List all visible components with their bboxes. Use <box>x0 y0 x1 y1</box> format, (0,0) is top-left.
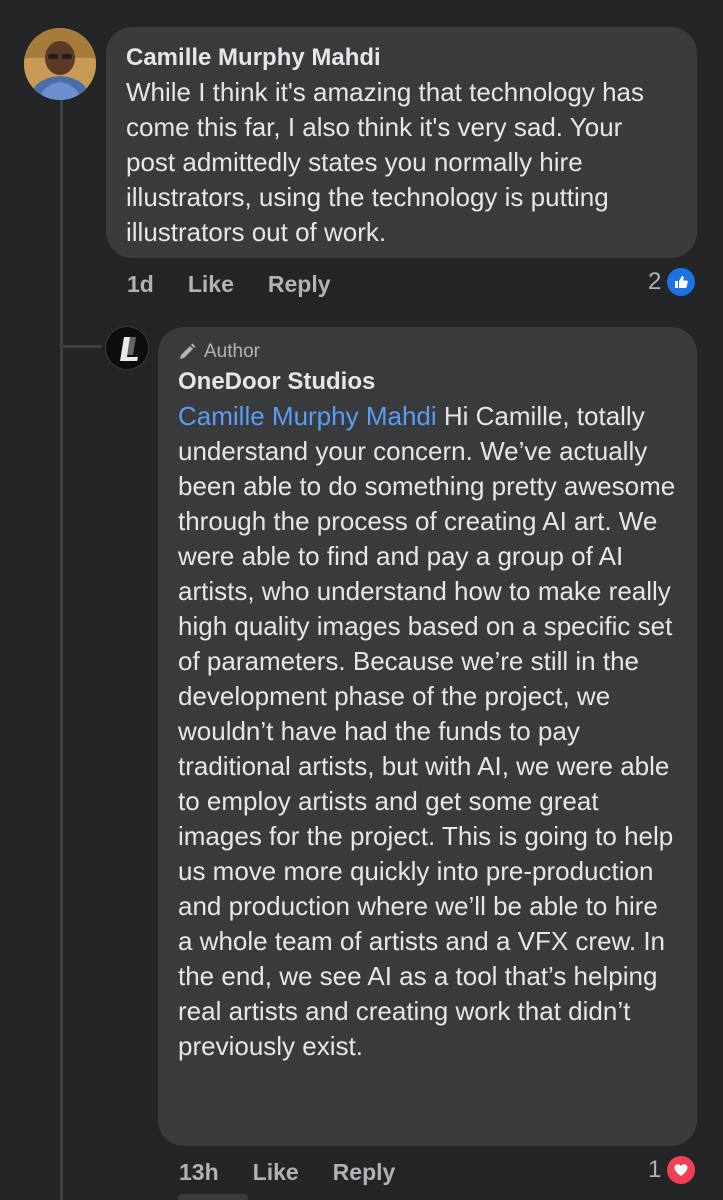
like-button[interactable]: Like <box>253 1159 299 1186</box>
mention-link[interactable]: Camille Murphy Mahdi <box>178 401 437 431</box>
comment-bubble: Camille Murphy Mahdi While I think it's … <box>106 27 697 258</box>
author-badge: Author <box>178 339 679 365</box>
reaction-count: 2 <box>648 268 662 295</box>
love-icon <box>665 1154 698 1186</box>
avatar[interactable] <box>105 326 149 370</box>
comment-actions: 1d Like Reply <box>127 270 331 298</box>
like-button[interactable]: Like <box>188 271 234 298</box>
reply-button[interactable]: Reply <box>268 271 331 298</box>
pencil-icon <box>180 343 196 359</box>
reply-author-name[interactable]: OneDoor Studios <box>178 365 679 399</box>
comment-text: While I think it's amazing that technolo… <box>126 77 645 247</box>
reply-reactions[interactable]: 1 <box>648 1154 698 1186</box>
reply-body: Hi Camille, totally understand your conc… <box>178 401 676 1061</box>
reply-bubble: Author OneDoor Studios Camille Murphy Ma… <box>158 327 697 1146</box>
comment-author-name[interactable]: Camille Murphy Mahdi <box>126 41 675 75</box>
comment-reactions[interactable]: 2 <box>648 266 698 298</box>
reply-button[interactable]: Reply <box>333 1159 396 1186</box>
studio-logo-icon <box>107 328 148 369</box>
author-badge-label: Author <box>204 341 260 362</box>
reply-timestamp[interactable]: 13h <box>179 1159 219 1186</box>
reaction-count: 1 <box>648 1156 662 1183</box>
reply-actions: 13h Like Reply <box>179 1158 395 1186</box>
avatar-photo <box>24 28 96 100</box>
comment-thread: Camille Murphy Mahdi While I think it's … <box>0 0 723 1200</box>
thread-line-vertical <box>60 98 63 1200</box>
avatar[interactable] <box>24 28 96 100</box>
thread-line-branch <box>60 345 102 348</box>
next-comment-edge <box>178 1194 248 1200</box>
reply-text: Camille Murphy Mahdi Hi Camille, totally… <box>178 399 679 1064</box>
comment-timestamp[interactable]: 1d <box>127 271 154 298</box>
like-icon <box>665 266 698 298</box>
